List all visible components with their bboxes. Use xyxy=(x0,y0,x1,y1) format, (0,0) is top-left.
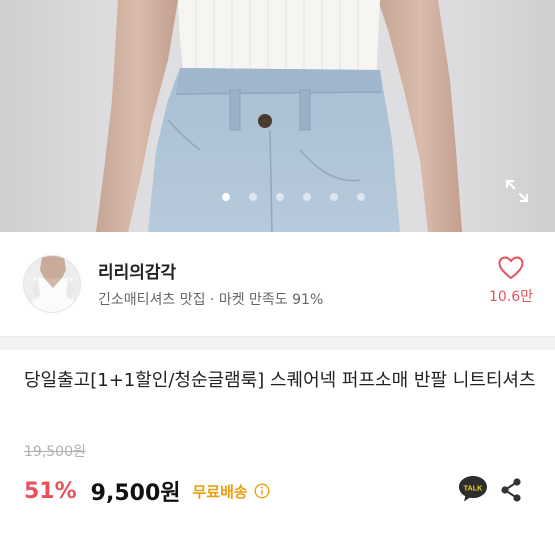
original-price: 19,500원 xyxy=(24,444,86,460)
carousel-dot[interactable] xyxy=(330,193,338,201)
sale-price: 9,500원 xyxy=(90,481,181,506)
kakao-talk-button[interactable]: TALK xyxy=(457,474,489,504)
shop-info-row[interactable]: 리리의감각 긴소매티셔츠 맛집 · 마켓 만족도 91% 10.6만 xyxy=(0,232,555,336)
wish-button[interactable]: 10.6만 xyxy=(488,256,534,306)
section-divider xyxy=(0,336,555,350)
shop-avatar[interactable] xyxy=(23,255,81,313)
heart-outline-icon xyxy=(498,256,524,280)
shop-description: 긴소매티셔츠 맛집 · 마켓 만족도 91% xyxy=(98,292,324,308)
carousel-dot[interactable] xyxy=(303,193,311,201)
shop-avatar-image xyxy=(24,256,80,312)
product-title: 당일출고[1+1할인/청순글램룩] 스퀘어넥 퍼프소매 반팔 니트티셔츠 xyxy=(24,370,536,391)
product-image-carousel[interactable] xyxy=(0,0,555,232)
carousel-dot[interactable] xyxy=(222,193,230,201)
expand-icon[interactable] xyxy=(504,178,530,204)
talk-label: TALK xyxy=(464,484,483,493)
carousel-dot[interactable] xyxy=(249,193,257,201)
discount-rate: 51% xyxy=(24,478,77,504)
like-count: 10.6만 xyxy=(488,289,534,305)
carousel-dot[interactable] xyxy=(276,193,284,201)
carousel-dot[interactable] xyxy=(357,193,365,201)
carousel-indicator xyxy=(222,193,365,201)
shop-name[interactable]: 리리의감각 xyxy=(98,258,176,283)
free-shipping-label: 무료배송 xyxy=(192,482,248,501)
price-row: 51% 9,500원 무료배송 xyxy=(24,475,270,507)
share-icon[interactable] xyxy=(499,477,523,503)
info-icon[interactable] xyxy=(254,483,270,499)
